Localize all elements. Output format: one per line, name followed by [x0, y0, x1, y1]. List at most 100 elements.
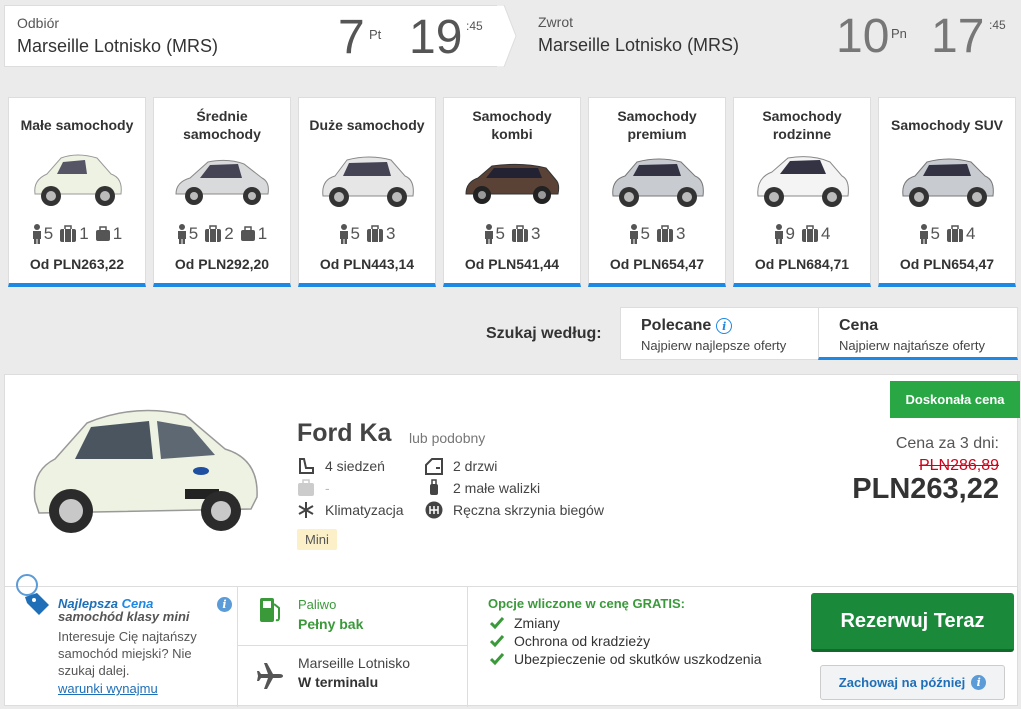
car-door-icon: [425, 458, 443, 475]
pickup-weekday: Pt: [369, 27, 382, 42]
sort-option-subtitle: Najpierw najtańsze oferty: [839, 338, 985, 353]
category-title: Samochody premium: [617, 108, 697, 142]
checkmark-icon: [490, 617, 504, 629]
category-title: Samochody SUV: [890, 117, 1004, 133]
pickup-hour[interactable]: 19: [409, 10, 462, 66]
passenger-icon: [32, 224, 41, 244]
fuel-policy: Paliwo Pełny bak: [238, 587, 468, 646]
large-bag-count: 3: [386, 224, 396, 243]
info-icon[interactable]: i: [217, 597, 232, 612]
category-specs: 5 3: [444, 224, 580, 244]
car-image: [33, 409, 258, 533]
category-specs: 5 1 1: [9, 224, 145, 244]
category-card-large[interactable]: Duże samochody 5 3 Od PLN443,14: [298, 97, 436, 287]
car-image: [612, 158, 704, 207]
seat-icon: [299, 458, 314, 474]
return-weekday: Pn: [891, 26, 907, 41]
book-now-button[interactable]: Rezerwuj Teraz: [811, 593, 1014, 652]
car-image: [322, 156, 414, 207]
return-location[interactable]: Marseille Lotnisko (MRS): [538, 35, 739, 56]
rental-terms-link[interactable]: warunki wynajmu: [58, 681, 158, 696]
feature-ac: Klimatyzacja: [297, 501, 404, 519]
category-card-family[interactable]: Samochody rodzinne 9 4 Od PLN684,71: [733, 97, 871, 287]
info-icon[interactable]: i: [971, 675, 987, 690]
category-specs: 5 3: [299, 224, 435, 244]
small-bag-count: 1: [257, 224, 268, 243]
chevron-right-icon: [497, 5, 517, 67]
offer-card: Doskonała cena Ford Ka lub podobny 4 sie…: [4, 374, 1020, 707]
car-image: [175, 159, 269, 205]
return-day[interactable]: 10: [836, 9, 889, 65]
category-price: Od PLN654,47: [899, 256, 995, 272]
category-specs: 5 2 1: [154, 224, 290, 244]
passenger-count: 5: [188, 224, 199, 243]
free-options: Opcje wliczone w cenę GRATIS: Zmiany Och…: [468, 587, 808, 707]
location-type: W terminalu: [298, 674, 379, 690]
offer-details: Najlepsza Cena samochód klasy mini i Int…: [5, 574, 1017, 707]
return-panel[interactable]: Zwrot Marseille Lotnisko (MRS) 10 Pn 17 …: [517, 5, 1017, 67]
category-card-suv[interactable]: Samochody SUV 5 4 Od PLN654,47: [878, 97, 1016, 287]
pickup-day[interactable]: 7: [338, 10, 365, 66]
category-price: Od PLN443,14: [319, 256, 415, 272]
large-suitcase-icon: [298, 479, 314, 496]
info-icon[interactable]: i: [716, 318, 733, 334]
pickup-panel[interactable]: Odbiór Marseille Lotnisko (MRS) 7 Pt 19 …: [4, 5, 498, 67]
sort-option-subtitle: Najpierw najlepsze oferty: [641, 338, 787, 353]
category-price: Od PLN541,44: [464, 256, 560, 272]
return-minute: :45: [989, 18, 1006, 32]
model-similar: lub podobny: [409, 430, 486, 446]
passenger-icon: [484, 224, 493, 244]
category-card-premium[interactable]: Samochody premium 5 3 Od PLN654,47: [588, 97, 726, 287]
sort-option-price[interactable]: Cena Najpierw najtańsze oferty: [818, 307, 1018, 360]
free-option-item: Ubezpieczenie od skutków uszkodzenia: [490, 651, 761, 667]
pickup-location-info: Marseille Lotnisko W terminalu: [238, 646, 468, 707]
deal-text: Interesuje Cię najtańszy samochód miejsk…: [58, 629, 197, 678]
category-card-medium[interactable]: Średnie samochody 5 2 1 Od PLN292,20: [153, 97, 291, 287]
price-tag-icon: [16, 574, 49, 615]
category-title: Samochody kombi: [472, 108, 552, 142]
feature-small-bags: 2 małe walizki: [425, 479, 540, 497]
class-tag: Mini: [297, 529, 337, 550]
location-name: Marseille Lotnisko: [298, 655, 411, 671]
passenger-icon: [774, 224, 783, 244]
large-suitcase-icon: [60, 225, 77, 242]
category-price: Od PLN292,20: [174, 256, 270, 272]
price-label: Cena za 3 dni:: [895, 435, 999, 452]
category-card-kombi[interactable]: Samochody kombi 5 3 Od PLN541,44: [443, 97, 581, 287]
sort-label: Szukaj według:: [486, 325, 602, 342]
category-card-small[interactable]: Małe samochody 5 1 1 Od PLN263,22: [8, 97, 146, 287]
large-suitcase-icon: [947, 225, 963, 242]
deal-panel: Najlepsza Cena samochód klasy mini i Int…: [5, 574, 238, 707]
car-image: [34, 154, 122, 206]
passenger-count: 9: [785, 224, 795, 243]
snowflake-icon: [298, 502, 314, 518]
model-title: Ford Ka: [297, 419, 392, 447]
fuel-label: Paliwo: [298, 597, 337, 612]
feature-large-bags: -: [297, 479, 330, 497]
category-title: Duże samochody: [309, 117, 425, 133]
sort-option-recommended[interactable]: Polecane i Najpierw najlepsze oferty: [620, 307, 819, 360]
large-bag-count: 3: [531, 224, 541, 243]
passenger-count: 5: [495, 224, 505, 243]
current-price: PLN263,22: [852, 473, 999, 505]
large-suitcase-icon: [205, 225, 222, 242]
return-label: Zwrot: [538, 14, 573, 30]
save-for-later-button[interactable]: Zachowaj na później i: [820, 665, 1005, 700]
car-image: [757, 156, 849, 207]
return-hour[interactable]: 17: [931, 9, 984, 65]
airplane-icon: [257, 663, 283, 689]
category-price: Od PLN654,47: [609, 256, 705, 272]
large-bag-count: 1: [79, 224, 89, 243]
checkmark-icon: [490, 653, 504, 665]
gearbox-icon: [425, 501, 443, 519]
feature-seats: 4 siedzeń: [297, 457, 385, 475]
pickup-location[interactable]: Marseille Lotnisko (MRS): [17, 36, 218, 57]
sort-option-title: Cena: [839, 317, 879, 334]
small-suitcase-icon: [430, 479, 438, 495]
large-bag-count: 3: [676, 224, 686, 243]
large-bag-count: 2: [224, 224, 234, 243]
small-suitcase-icon: [95, 226, 110, 241]
fuel-pump-icon: [260, 598, 280, 622]
deal-badge: Doskonała cena: [890, 381, 1020, 418]
passenger-count: 5: [350, 224, 360, 243]
